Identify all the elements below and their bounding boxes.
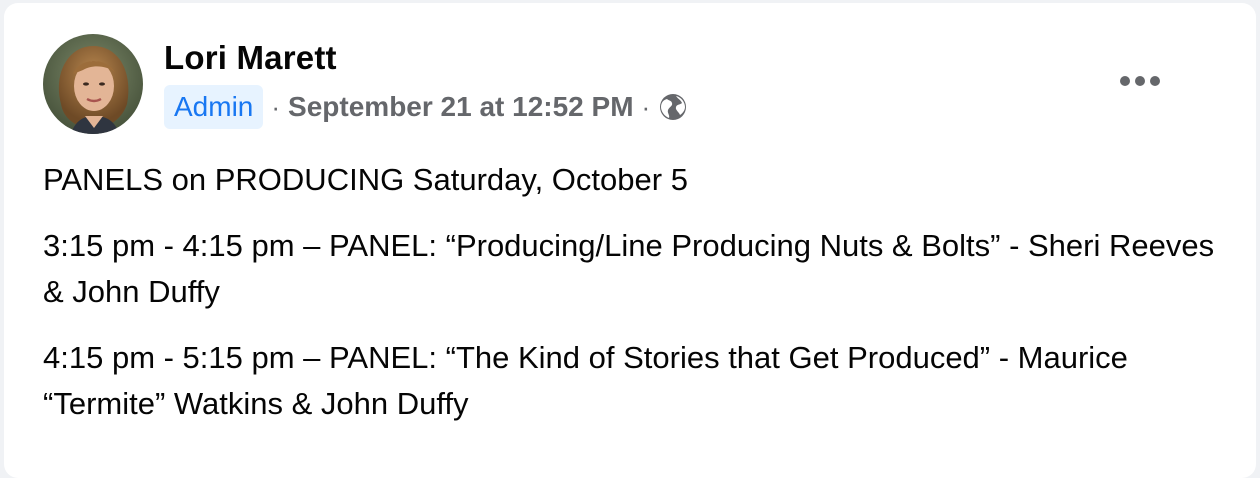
post-paragraph: PANELS on PRODUCING Saturday, October 5 [43, 162, 688, 197]
post-paragraph: 3:15 pm - 4:15 pm – PANEL: “Producing/Li… [43, 228, 1215, 309]
author-avatar[interactable] [43, 34, 143, 134]
more-horizontal-icon [1120, 76, 1160, 86]
more-options-button[interactable] [1114, 59, 1166, 103]
admin-badge[interactable]: Admin [164, 85, 264, 129]
post-text: PANELS on PRODUCING Saturday, October 5 … [43, 157, 1223, 447]
globe-icon[interactable] [658, 92, 688, 122]
post-timestamp[interactable]: September 21 at 12:52 PM [288, 91, 634, 123]
meta-separator: · [271, 91, 281, 122]
post-card: Lori Marett Admin · September 21 at 12:5… [4, 3, 1256, 478]
meta-separator: · [641, 91, 651, 122]
author-name[interactable]: Lori Marett [164, 39, 337, 77]
post-meta: Admin · September 21 at 12:52 PM · [164, 83, 688, 131]
avatar-image [43, 34, 143, 134]
post-paragraph: 4:15 pm - 5:15 pm – PANEL: “The Kind of … [43, 340, 1128, 421]
